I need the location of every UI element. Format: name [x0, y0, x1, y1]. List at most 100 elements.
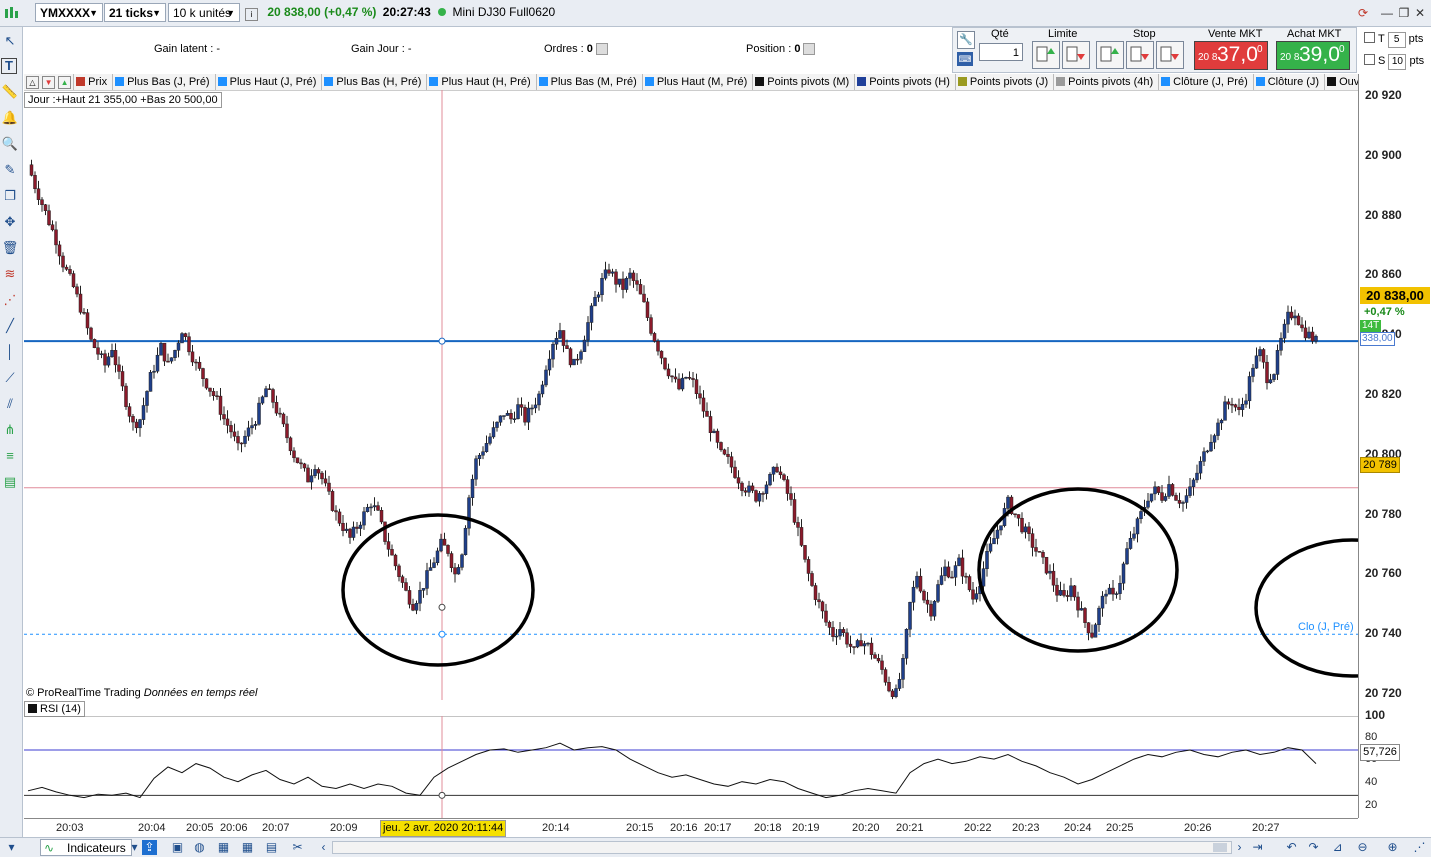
stop-buy-button[interactable]	[1096, 41, 1124, 69]
stop-sell-button[interactable]	[1126, 41, 1154, 69]
ruler-icon[interactable]: 📏	[1, 83, 19, 101]
legend-item[interactable]: Clôture (J, Pré)	[1159, 74, 1254, 90]
text-tool-icon[interactable]: T	[1, 58, 17, 74]
brush-icon[interactable]: ✎	[1, 161, 19, 179]
indicators-button[interactable]: ∿ Indicateurs	[40, 839, 132, 856]
alert-bell-icon[interactable]: 🔔	[1, 109, 19, 127]
legend-item[interactable]: Clôture (J)	[1254, 74, 1326, 90]
t-checkbox[interactable]	[1364, 32, 1375, 43]
legend-nav[interactable]: △ ▼ ▲	[24, 74, 75, 90]
screen-icon[interactable]: ▣	[170, 840, 185, 855]
redo-icon[interactable]: ↷	[1306, 840, 1321, 855]
candle-body	[523, 407, 527, 423]
legend-item[interactable]: Ouvertu	[1325, 74, 1358, 90]
legend-item[interactable]: Plus Haut (H, Pré)	[427, 74, 537, 90]
rsi-cursor-point	[438, 791, 446, 799]
x-axis[interactable]: 20:0320:0420:0520:0620:0720:0920:1020:14…	[24, 818, 1358, 837]
x-tick-label: 20:22	[964, 822, 992, 834]
grid-small-icon[interactable]: ▦	[216, 840, 231, 855]
scroll-right-icon[interactable]: ›	[1232, 840, 1247, 855]
undo-icon[interactable]: ↶	[1284, 840, 1299, 855]
symbol-dropdown[interactable]: YMXXXX ▼	[35, 3, 103, 22]
candle-body	[362, 511, 366, 526]
ticks-dropdown[interactable]: 21 ticks ▼	[104, 3, 166, 22]
scrollbar-thumb[interactable]	[1213, 843, 1227, 852]
indicators-dropdown-icon[interactable]: ▾	[127, 840, 142, 855]
grid-icon[interactable]: ▤	[1, 473, 19, 491]
chart-type-icon[interactable]	[2, 4, 20, 22]
legend-item[interactable]: Points pivots (J)	[956, 74, 1055, 90]
limit-sell-button[interactable]	[1062, 41, 1090, 69]
candle-body	[1020, 517, 1024, 533]
candle-body	[131, 416, 135, 423]
trendline-icon[interactable]: ╱	[1, 317, 19, 335]
move-up-icon[interactable]: △	[26, 76, 39, 89]
t-option[interactable]: T 5 pts	[1364, 32, 1423, 48]
t-value-box[interactable]: 5	[1387, 32, 1406, 48]
legend-item[interactable]: Plus Bas (M, Pré)	[537, 74, 643, 90]
drag-handle-icon[interactable]: ⋰	[1412, 840, 1427, 855]
limit-buy-button[interactable]	[1032, 41, 1060, 69]
legend-item[interactable]: Prix	[74, 74, 114, 90]
pitchfork-icon[interactable]: ⋔	[1, 421, 19, 439]
keyboard-icon[interactable]: ⌨	[957, 52, 973, 66]
y-axis[interactable]: 20 92020 90020 88020 86020 84020 82020 8…	[1358, 74, 1431, 818]
grid-medium-icon[interactable]: ▦	[240, 840, 255, 855]
zoom-out-icon[interactable]: ⊖	[1355, 840, 1370, 855]
share-icon[interactable]: ⇪	[142, 840, 157, 855]
rsi-label-box[interactable]: RSI (14)	[24, 701, 85, 717]
candle-body	[1100, 595, 1105, 609]
legend-item[interactable]: Plus Haut (J, Pré)	[216, 74, 323, 90]
stop-limit-button[interactable]	[1156, 41, 1184, 69]
price-chart[interactable]: Clo (J, Pré)	[24, 90, 1358, 700]
candle-body	[358, 524, 363, 529]
s-option[interactable]: S 10 pts	[1364, 54, 1424, 70]
s-value-box[interactable]: 10	[1388, 54, 1407, 70]
horizontal-scrollbar[interactable]	[332, 841, 1232, 854]
fibonacci-icon[interactable]: ≋	[1, 265, 19, 283]
move-icon[interactable]: ✥	[1, 213, 19, 231]
wrench-icon[interactable]: ✂	[290, 840, 305, 855]
copy-icon[interactable]: ❐	[1, 187, 19, 205]
position-list-icon[interactable]	[803, 43, 816, 56]
rsi-tick-label: 80	[1365, 730, 1378, 743]
pointer-icon[interactable]: ↖	[1, 32, 19, 50]
zoom-fit-icon[interactable]: ⊿	[1330, 840, 1345, 855]
refresh-icon[interactable]: ⟳	[1354, 4, 1372, 22]
y-tick-label: 20 720	[1365, 686, 1402, 701]
close-icon[interactable]: ✕	[1411, 4, 1429, 22]
legend-item[interactable]: Points pivots (H)	[855, 74, 956, 90]
sell-market-button[interactable]: 20 8 37,0 0	[1194, 41, 1268, 70]
legend-item[interactable]: Plus Haut (M, Pré)	[643, 74, 754, 90]
scroll-left-icon[interactable]: ‹	[316, 840, 331, 855]
buy-market-button[interactable]: 20 8 39,0 0	[1276, 41, 1350, 70]
channel-icon[interactable]: ⫽	[1, 395, 19, 413]
vertical-line-icon[interactable]: │	[1, 343, 19, 361]
collapse-icon[interactable]: ▾	[4, 840, 19, 855]
zoom-in-icon[interactable]: ⊕	[1385, 840, 1400, 855]
move-down-red-icon[interactable]: ▼	[42, 76, 56, 89]
legend-item[interactable]: Plus Bas (J, Pré)	[113, 74, 216, 90]
s-checkbox[interactable]	[1364, 54, 1375, 65]
rsi-chart[interactable]	[24, 716, 1358, 818]
candle-body	[187, 336, 191, 353]
qty-input[interactable]: 1	[979, 43, 1023, 61]
minimize-icon[interactable]: —	[1378, 4, 1396, 22]
units-dropdown[interactable]: 10 k unités ▼	[168, 3, 240, 22]
orders-list-icon[interactable]	[595, 43, 608, 56]
legend-item[interactable]: Points pivots (4h)	[1054, 74, 1160, 90]
trash-icon[interactable]: 🗑	[1, 239, 19, 257]
candle-body	[166, 360, 170, 363]
legend-item[interactable]: Points pivots (M)	[753, 74, 856, 90]
segment-icon[interactable]: ⟋	[1, 369, 19, 387]
move-up-green-icon[interactable]: ▲	[58, 76, 72, 89]
jump-end-icon[interactable]: ⇥	[1250, 840, 1265, 855]
layers-icon[interactable]: ▤	[264, 840, 279, 855]
settings-wrench-icon[interactable]: 🔧	[957, 31, 975, 49]
palette-icon[interactable]: ◍	[192, 840, 207, 855]
regression-icon[interactable]: ≡	[1, 447, 19, 465]
fan-icon[interactable]: ⋰	[1, 291, 19, 309]
zoom-icon[interactable]: 🔍	[1, 135, 19, 153]
candle-body	[411, 604, 415, 611]
legend-item[interactable]: Plus Bas (H, Pré)	[322, 74, 428, 90]
